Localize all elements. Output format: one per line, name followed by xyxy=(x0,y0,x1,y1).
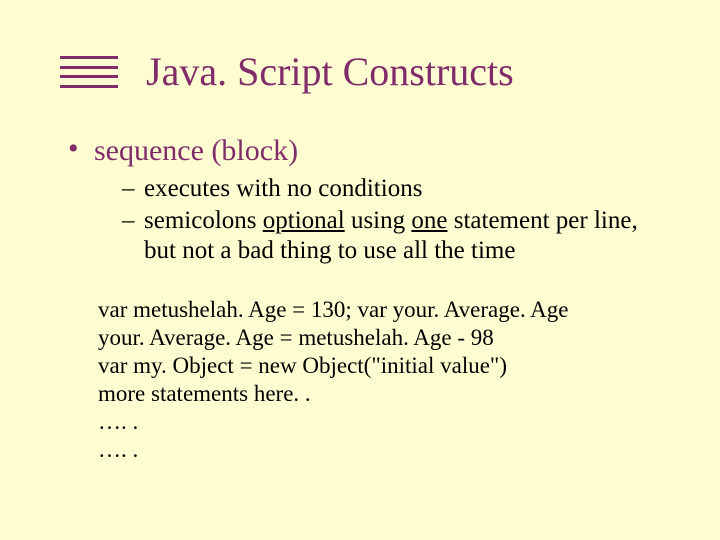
code-line: var my. Object = new Object("initial val… xyxy=(98,352,660,380)
subbullet-text-part: semicolons xyxy=(144,207,263,234)
code-block: var metushelah. Age = 130; var your. Ave… xyxy=(98,296,660,464)
subbullet-text: executes with no conditions xyxy=(144,175,422,202)
subbullet-underline: one xyxy=(411,207,447,234)
bullet-text: sequence (block) xyxy=(94,134,298,167)
code-line: …. . xyxy=(98,436,660,464)
slide-header: Java. Script Constructs xyxy=(60,50,660,94)
slide-title: Java. Script Constructs xyxy=(146,50,514,94)
bullet-list-level2: executes with no conditions semicolons o… xyxy=(122,174,660,266)
slide: Java. Script Constructs sequence (block)… xyxy=(0,0,720,540)
code-line: more statements here. . xyxy=(98,380,660,408)
bullet-item: sequence (block) executes with no condit… xyxy=(64,134,660,266)
hamburger-bar xyxy=(60,56,118,59)
subbullet-underline: optional xyxy=(263,207,345,234)
code-line: your. Average. Age = metushelah. Age - 9… xyxy=(98,324,660,352)
subbullet-text-part: using xyxy=(345,207,412,234)
subbullet-item: executes with no conditions xyxy=(122,174,660,204)
code-line: …. . xyxy=(98,408,660,436)
hamburger-icon xyxy=(60,54,118,90)
code-line: var metushelah. Age = 130; var your. Ave… xyxy=(98,296,660,324)
hamburger-bar xyxy=(60,75,118,78)
subbullet-item: semicolons optional using one statement … xyxy=(122,206,660,266)
hamburger-bar xyxy=(60,66,118,69)
bullet-list-level1: sequence (block) executes with no condit… xyxy=(64,134,660,266)
hamburger-bar xyxy=(60,85,118,88)
